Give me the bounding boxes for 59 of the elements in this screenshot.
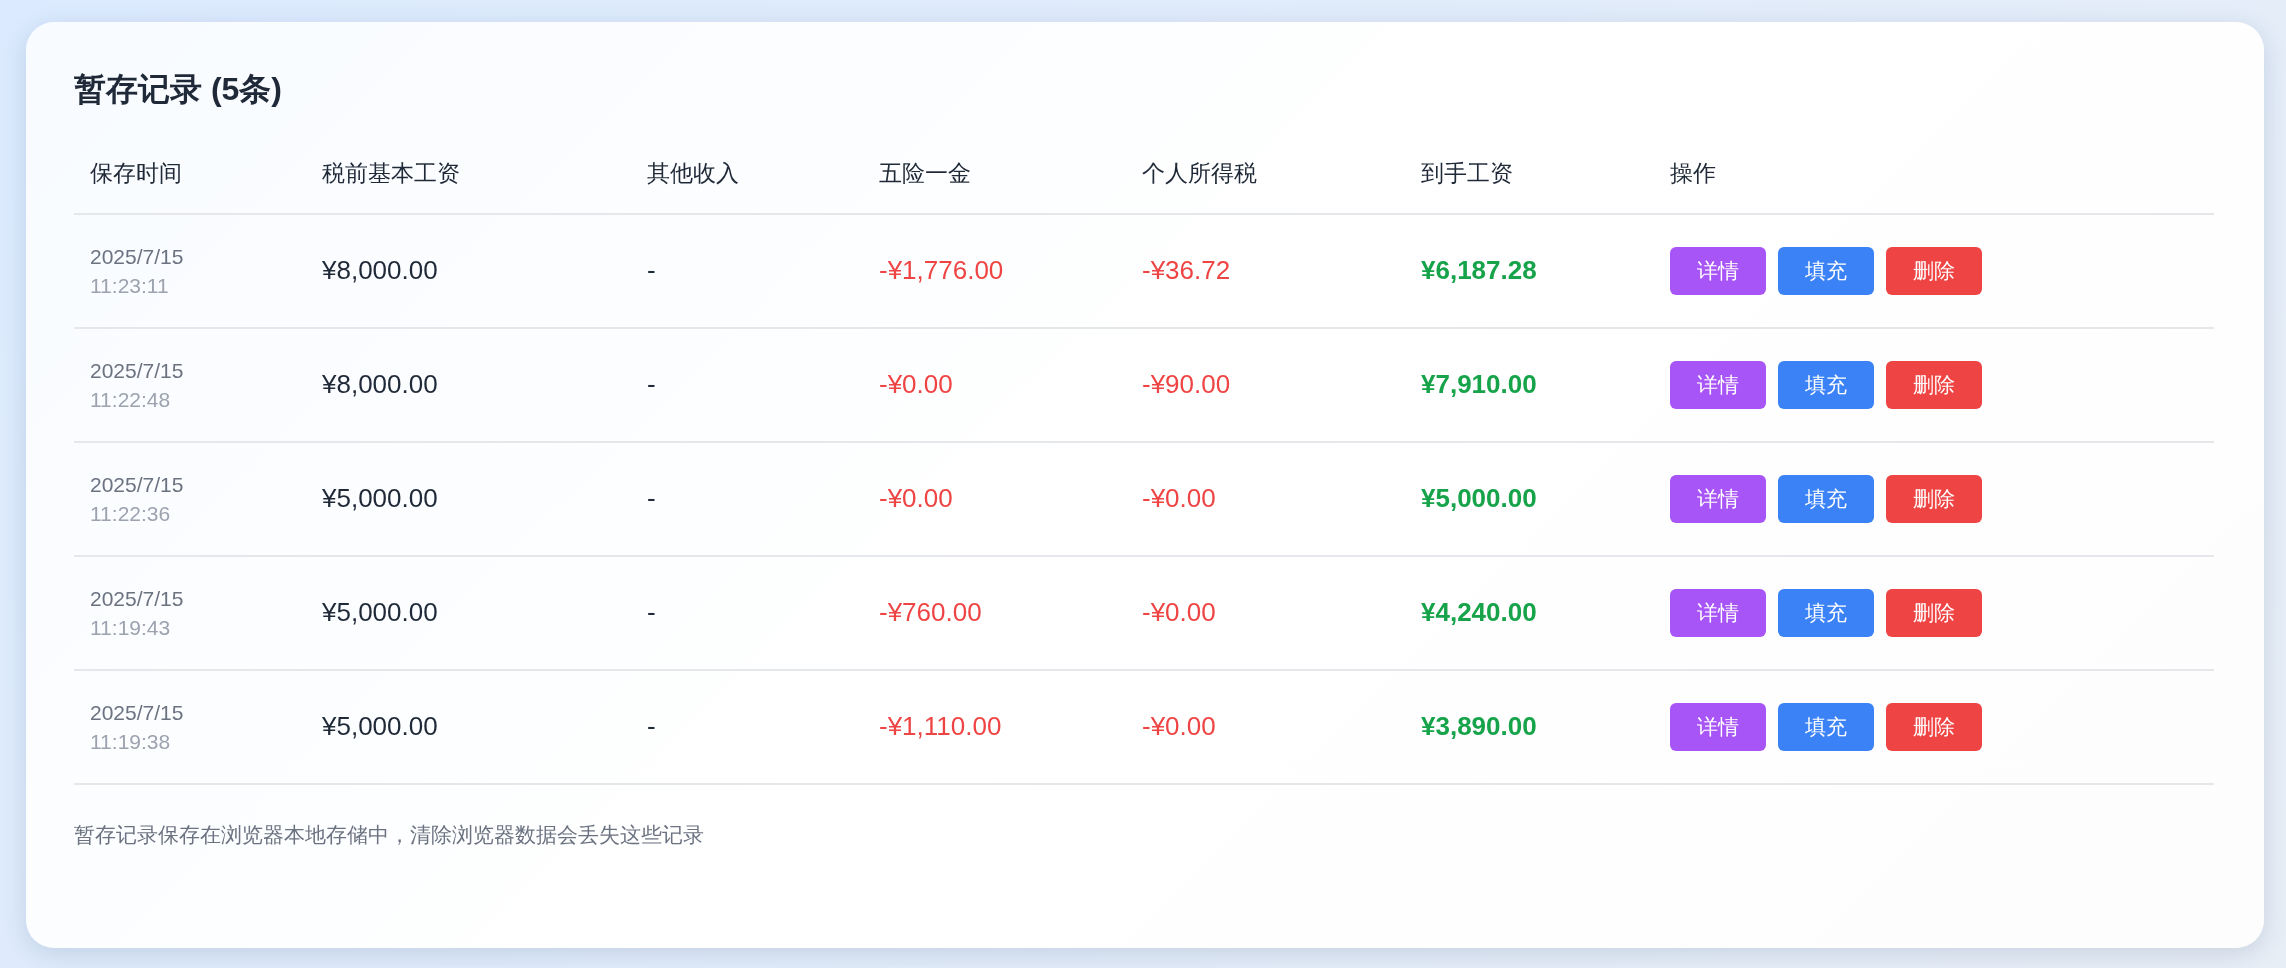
delete-button[interactable]: 删除 — [1886, 360, 1982, 409]
column-header: 税前基本工资 — [306, 156, 631, 214]
delete-button[interactable]: 删除 — [1886, 588, 1982, 637]
time-text: 11:23:11 — [90, 272, 170, 299]
table-cell: ¥5,000.00 — [1421, 483, 1537, 514]
details-button[interactable]: 详情 — [1670, 588, 1766, 637]
table-cell: ¥6,187.28 — [1421, 255, 1537, 286]
table-cell: -¥1,110.00 — [879, 711, 1002, 742]
details-button[interactable]: 详情 — [1670, 246, 1766, 295]
details-button[interactable]: 详情 — [1670, 474, 1766, 523]
fill-button[interactable]: 填充 — [1778, 246, 1874, 295]
footnote-text: 暂存记录保存在浏览器本地存储中，清除浏览器数据会丢失这些记录 — [74, 821, 705, 848]
table-cell: - — [647, 369, 656, 400]
time-text: 11:19:43 — [90, 614, 172, 641]
column-header: 个人所得税 — [1126, 156, 1405, 214]
table-cell: -¥36.72 — [1142, 255, 1231, 286]
table-cell: - — [647, 711, 656, 742]
fill-button[interactable]: 填充 — [1778, 360, 1874, 409]
delete-button[interactable]: 删除 — [1886, 246, 1982, 295]
date-text: 2025/7/15 — [90, 243, 185, 270]
table-cell: ¥7,910.00 — [1421, 369, 1537, 400]
table-cell: ¥5,000.00 — [322, 483, 438, 514]
card-title: 暂存记录 (5条) — [74, 70, 283, 109]
table-cell: -¥0.00 — [1142, 597, 1216, 628]
date-text: 2025/7/15 — [90, 699, 185, 726]
fill-button[interactable]: 填充 — [1778, 702, 1874, 751]
table-cell: - — [647, 255, 656, 286]
column-header: 五险一金 — [863, 156, 1126, 214]
table-cell: -¥760.00 — [879, 597, 982, 628]
column-header: 保存时间 — [74, 156, 306, 214]
column-header: 其他收入 — [631, 156, 863, 214]
table-cell: ¥4,240.00 — [1421, 597, 1537, 628]
details-button[interactable]: 详情 — [1670, 702, 1766, 751]
date-text: 2025/7/15 — [90, 471, 185, 498]
delete-button[interactable]: 删除 — [1886, 474, 1982, 523]
table-cell: ¥3,890.00 — [1421, 711, 1537, 742]
table-cell: ¥5,000.00 — [322, 597, 438, 628]
table-cell: -¥1,776.00 — [879, 255, 1004, 286]
table-cell: ¥8,000.00 — [322, 255, 438, 286]
details-button[interactable]: 详情 — [1670, 360, 1766, 409]
fill-button[interactable]: 填充 — [1778, 588, 1874, 637]
column-header: 操作 — [1654, 156, 2214, 214]
table-cell: ¥8,000.00 — [322, 369, 438, 400]
time-text: 11:22:48 — [90, 386, 172, 413]
date-text: 2025/7/15 — [90, 585, 185, 612]
table-cell: -¥0.00 — [879, 369, 953, 400]
table-cell: -¥90.00 — [1142, 369, 1231, 400]
table-cell: - — [647, 597, 656, 628]
fill-button[interactable]: 填充 — [1778, 474, 1874, 523]
time-text: 11:19:38 — [90, 728, 172, 755]
table-cell: -¥0.00 — [879, 483, 953, 514]
time-text: 11:22:36 — [90, 500, 172, 527]
delete-button[interactable]: 删除 — [1886, 702, 1982, 751]
table-cell: - — [647, 483, 656, 514]
date-text: 2025/7/15 — [90, 357, 185, 384]
table-cell: -¥0.00 — [1142, 711, 1216, 742]
table-cell: ¥5,000.00 — [322, 711, 438, 742]
column-header: 到手工资 — [1405, 156, 1654, 214]
table-cell: -¥0.00 — [1142, 483, 1216, 514]
